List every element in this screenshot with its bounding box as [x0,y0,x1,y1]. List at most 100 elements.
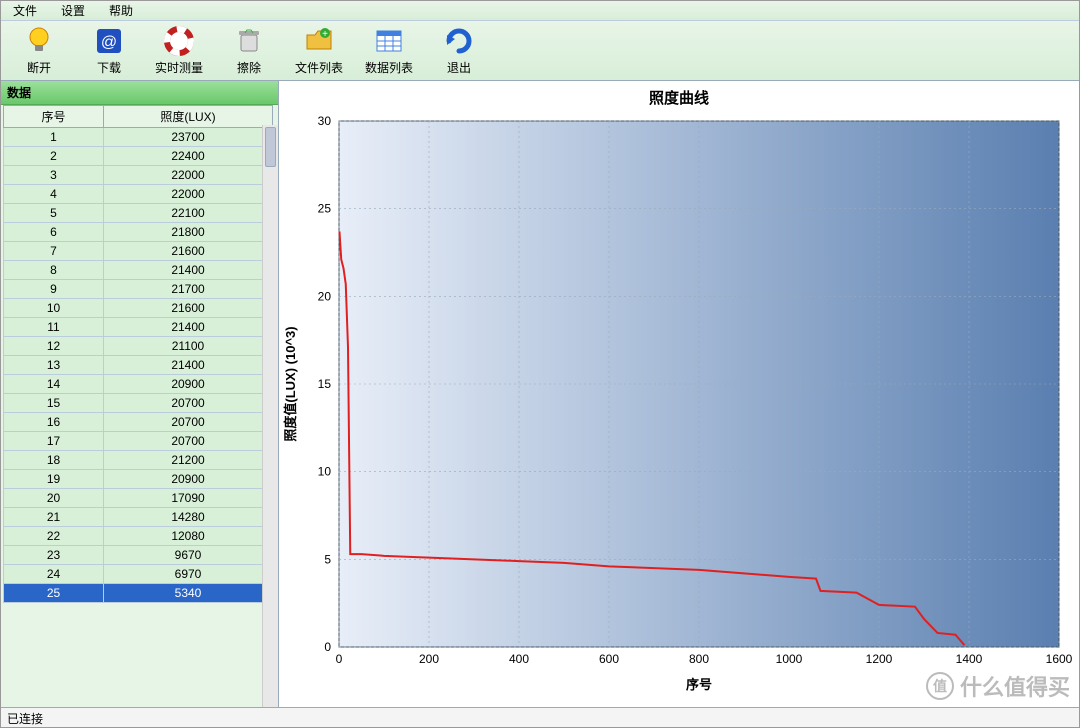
table-icon [373,25,405,57]
col-seq-header[interactable]: 序号 [4,106,104,128]
table-row[interactable]: 1520700 [4,394,273,413]
cell-seq: 23 [4,546,104,565]
table-row[interactable]: 821400 [4,261,273,280]
cell-seq: 21 [4,508,104,527]
cell-lux: 21400 [104,318,273,337]
cell-lux: 21700 [104,280,273,299]
chart-panel: 0200400600800100012001400160005101520253… [279,81,1079,707]
cell-lux: 21800 [104,223,273,242]
svg-text:序号: 序号 [686,677,712,692]
svg-text:照度曲线: 照度曲线 [649,89,709,107]
table-row[interactable]: 1720700 [4,432,273,451]
cell-lux: 20700 [104,432,273,451]
clear-button[interactable]: 擦除 [217,23,281,79]
cell-seq: 6 [4,223,104,242]
table-row[interactable]: 2017090 [4,489,273,508]
exit-icon [443,25,475,57]
svg-text:0: 0 [336,652,343,666]
folder-icon: + [303,25,335,57]
cell-lux: 20700 [104,413,273,432]
scrollbar-thumb[interactable] [265,127,276,167]
cell-seq: 4 [4,185,104,204]
table-row[interactable]: 222400 [4,147,273,166]
table-row[interactable]: 246970 [4,565,273,584]
svg-text:30: 30 [318,114,332,128]
table-row[interactable]: 123700 [4,128,273,147]
cell-seq: 15 [4,394,104,413]
table-row[interactable]: 1821200 [4,451,273,470]
svg-text:25: 25 [318,202,332,216]
menu-file[interactable]: 文件 [5,2,45,19]
cell-seq: 18 [4,451,104,470]
data-table-wrap: 序号 照度(LUX) 12370022240032200042200052210… [1,105,278,707]
svg-text:800: 800 [689,652,709,666]
exit-button[interactable]: 退出 [427,23,491,79]
download-button[interactable]: @ 下载 [77,23,141,79]
cell-lux: 20700 [104,394,273,413]
svg-text:@: @ [101,34,117,51]
table-row[interactable]: 1420900 [4,375,273,394]
svg-text:20: 20 [318,289,332,303]
table-row[interactable]: 621800 [4,223,273,242]
filelist-button[interactable]: + 文件列表 [287,23,351,79]
svg-text:1400: 1400 [956,652,983,666]
table-row[interactable]: 1121400 [4,318,273,337]
svg-text:1600: 1600 [1046,652,1073,666]
main-area: 数据 序号 照度(LUX) 12370022240032200042200052… [1,81,1079,707]
cell-lux: 6970 [104,565,273,584]
disconnect-button[interactable]: 断开 [7,23,71,79]
cell-seq: 19 [4,470,104,489]
datalist-button[interactable]: 数据列表 [357,23,421,79]
col-lux-header[interactable]: 照度(LUX) [104,106,273,128]
svg-text:照度值(LUX) (10^3): 照度值(LUX) (10^3) [283,326,298,441]
cell-lux: 23700 [104,128,273,147]
table-row[interactable]: 522100 [4,204,273,223]
svg-text:200: 200 [419,652,439,666]
cell-seq: 5 [4,204,104,223]
table-row[interactable]: 1321400 [4,356,273,375]
table-row[interactable]: 921700 [4,280,273,299]
filelist-label: 文件列表 [295,59,343,76]
table-row[interactable]: 239670 [4,546,273,565]
cell-lux: 12080 [104,527,273,546]
cell-lux: 21600 [104,242,273,261]
table-row[interactable]: 322000 [4,166,273,185]
cell-lux: 21400 [104,356,273,375]
cell-seq: 1 [4,128,104,147]
cell-lux: 20900 [104,470,273,489]
cell-seq: 17 [4,432,104,451]
statusbar: 已连接 [1,707,1079,727]
data-panel: 数据 序号 照度(LUX) 12370022240032200042200052… [1,81,279,707]
cell-seq: 24 [4,565,104,584]
table-row[interactable]: 255340 [4,584,273,603]
svg-text:1000: 1000 [776,652,803,666]
cell-lux: 21400 [104,261,273,280]
cell-lux: 17090 [104,489,273,508]
cell-seq: 3 [4,166,104,185]
table-row[interactable]: 1920900 [4,470,273,489]
data-panel-title: 数据 [1,81,278,105]
realtime-label: 实时测量 [155,59,203,76]
cell-seq: 13 [4,356,104,375]
table-row[interactable]: 1620700 [4,413,273,432]
clear-label: 擦除 [237,59,261,76]
table-row[interactable]: 2114280 [4,508,273,527]
menu-settings[interactable]: 设置 [53,2,93,19]
table-row[interactable]: 721600 [4,242,273,261]
table-row[interactable]: 1021600 [4,299,273,318]
table-row[interactable]: 422000 [4,185,273,204]
svg-text:10: 10 [318,465,332,479]
svg-text:5: 5 [324,552,331,566]
cell-seq: 25 [4,584,104,603]
table-row[interactable]: 1221100 [4,337,273,356]
scrollbar[interactable] [262,125,278,707]
svg-text:1200: 1200 [866,652,893,666]
table-row[interactable]: 2212080 [4,527,273,546]
download-icon: @ [93,25,125,57]
cell-seq: 20 [4,489,104,508]
cell-seq: 11 [4,318,104,337]
datalist-label: 数据列表 [365,59,413,76]
cell-lux: 22400 [104,147,273,166]
menu-help[interactable]: 帮助 [101,2,141,19]
realtime-button[interactable]: 实时测量 [147,23,211,79]
